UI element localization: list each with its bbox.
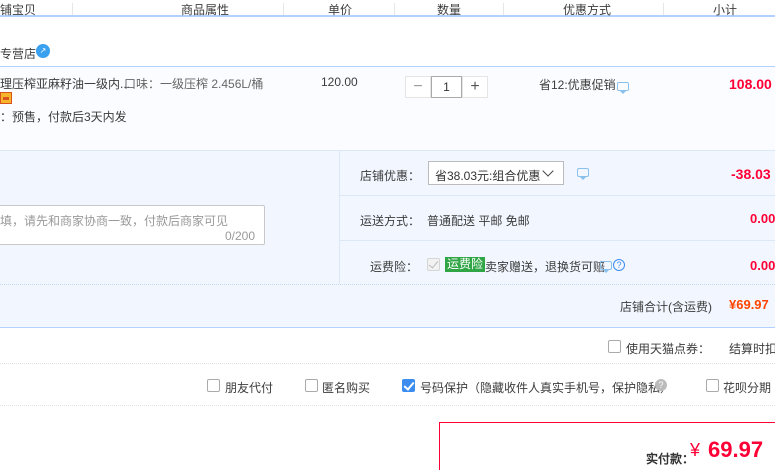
buyer-message-input[interactable]: 填，请先和商家协商一致，付款后商家可见 0/200 [0, 205, 265, 245]
insurance-checkbox[interactable] [427, 258, 440, 271]
shop-badge-icon[interactable]: ↗ [36, 44, 50, 58]
number-protect-label: 号码保护（隐藏收件人真实手机号，保护隐私） [420, 381, 673, 395]
message-counter: 0/200 [225, 229, 256, 243]
shipping-value: 普通配送 平邮 免邮 [427, 214, 530, 228]
shop-name[interactable]: 专营店 [0, 45, 36, 62]
header-divider [503, 3, 504, 15]
anonymous-label: 匿名购买 [322, 381, 371, 395]
header-divider [394, 3, 395, 15]
tmall-points-settle-text: 结算时扣 [729, 342, 775, 356]
item-title[interactable]: 理压榨亚麻籽油一级内... [0, 75, 130, 92]
help-icon[interactable]: ? [655, 379, 667, 391]
shipping-amount: 0.00 [750, 211, 775, 226]
chat-icon[interactable] [577, 168, 589, 180]
header-col-item: 铺宝贝 [0, 3, 37, 17]
payment-label: 实付款： [646, 452, 695, 466]
store-discount-label: 店铺优惠： [360, 169, 421, 183]
header-col-subtotal: 小计 [713, 3, 738, 17]
presale-note: ：预售，付款后3天内发 [0, 110, 127, 124]
divider [340, 240, 775, 241]
header-divider [72, 3, 73, 15]
huabei-checkbox[interactable] [706, 379, 719, 392]
header-col-price: 单价 [328, 3, 353, 17]
insurance-amount: 0.00 [750, 258, 775, 273]
chevron-down-icon [542, 165, 554, 177]
help-icon[interactable]: ? [613, 259, 625, 271]
huabei-label: 花呗分期 [723, 381, 772, 395]
promo-tag-icon [0, 92, 12, 104]
quantity-input[interactable]: 1 [431, 76, 462, 98]
anonymous-checkbox[interactable] [305, 379, 318, 392]
store-total-value: ¥69.97 [729, 297, 769, 312]
header-col-discount: 优惠方式 [563, 3, 612, 17]
chat-icon[interactable] [600, 261, 612, 273]
unit-price: 120.00 [321, 75, 358, 89]
quantity-minus-button[interactable]: − [405, 76, 431, 98]
header-divider [283, 3, 284, 15]
quantity-stepper[interactable]: − 1 + [405, 76, 488, 98]
item-subtotal: 108.00 [729, 76, 772, 92]
shipping-label: 运送方式： [360, 214, 421, 228]
chat-icon[interactable] [617, 82, 629, 94]
tmall-points-checkbox[interactable] [608, 340, 621, 353]
store-discount-amount: -38.03 [731, 166, 771, 182]
header-col-quantity: 数量 [437, 3, 462, 17]
store-discount-select[interactable]: 省38.03元:组合优惠 [428, 161, 564, 185]
divider [340, 195, 775, 196]
friend-pay-label: 朋友代付 [225, 381, 274, 395]
store-discount-value: 省38.03元:组合优惠 [435, 169, 541, 183]
store-total-label: 店铺合计(含运费) [620, 300, 712, 314]
cart-table-header: 铺宝贝 商品属性 单价 数量 优惠方式 小计 [0, 0, 775, 17]
payment-currency: ¥ [690, 440, 701, 460]
header-divider [663, 3, 664, 15]
insurance-text: 卖家赠送，退换货可赔 [485, 260, 606, 274]
divider [0, 363, 775, 364]
item-attribute: 口味：一级压榨 2.456L/桶 [124, 77, 264, 91]
message-placeholder: 填，请先和商家协商一致，付款后商家可见 [0, 214, 229, 228]
insurance-badge: 运费险 [445, 257, 486, 272]
item-promotion: 省12:优惠促销 [539, 78, 616, 92]
tmall-points-label: 使用天猫点券： [626, 342, 711, 356]
divider [0, 405, 775, 406]
insurance-label: 运费险： [370, 260, 419, 274]
friend-pay-checkbox[interactable] [207, 379, 220, 392]
number-protect-checkbox[interactable] [402, 379, 415, 392]
quantity-plus-button[interactable]: + [462, 76, 488, 98]
header-col-attribute: 商品属性 [181, 3, 230, 17]
payment-amount: 69.97 [708, 437, 764, 462]
